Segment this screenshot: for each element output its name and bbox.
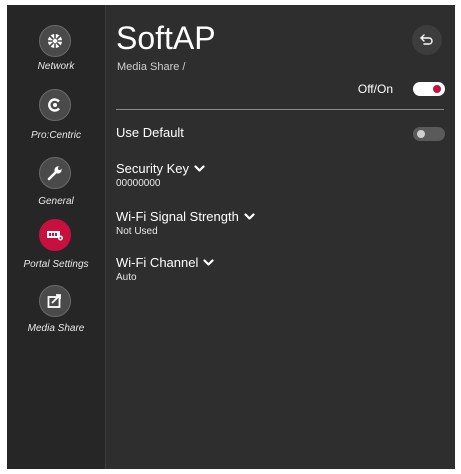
toggle-knob [433,85,441,93]
sidebar-item-procentric[interactable]: Pro:Centric [7,89,105,147]
media-share-icon [39,285,71,317]
wifi-signal-strength-setting[interactable]: Wi-Fi Signal Strength Not Used [116,209,436,245]
security-key-value: 00000000 [116,178,161,189]
power-toggle-label: Off/On [357,82,393,96]
use-default-label: Use Default [116,125,184,140]
softap-screen: Network Pro:Centric General Portal Setti… [7,5,455,469]
power-toggle-row: Off/On [106,79,455,99]
wifi-channel-value: Auto [116,272,137,283]
chevron-down-icon [244,213,255,220]
back-arrow-icon [420,34,433,45]
procentric-icon [39,89,71,121]
sidebar-item-portal-settings[interactable]: Portal Settings [7,219,105,277]
use-default-toggle[interactable] [413,127,445,141]
wifi-channel-label: Wi-Fi Channel [116,255,199,270]
sidebar-item-media-share[interactable]: Media Share [7,285,105,343]
sidebar-item-label: Media Share [27,323,85,334]
network-icon [39,25,71,57]
sidebar-item-general[interactable]: General [7,157,105,215]
wifi-signal-strength-label: Wi-Fi Signal Strength [116,209,239,224]
chevron-down-icon [194,165,205,172]
page-title: SoftAP [116,20,216,56]
portal-settings-icon [39,219,71,251]
sidebar-item-network[interactable]: Network [7,25,105,83]
sidebar: Network Pro:Centric General Portal Setti… [7,5,106,469]
wifi-channel-setting[interactable]: Wi-Fi Channel Auto [116,255,436,291]
sidebar-item-label: Network [37,61,75,72]
sidebar-item-label: Pro:Centric [30,130,81,141]
divider [116,109,444,110]
toggle-knob [417,130,425,138]
wrench-icon [39,157,71,189]
sidebar-item-label: General [38,196,74,207]
back-button[interactable] [412,25,442,55]
chevron-down-icon [203,259,214,266]
security-key-label: Security Key [116,161,189,176]
wifi-signal-strength-value: Not Used [116,226,158,237]
security-key-setting[interactable]: Security Key 00000000 [116,161,436,197]
power-toggle[interactable] [413,82,445,96]
sidebar-item-label: Portal Settings [23,259,89,270]
breadcrumb: Media Share / [117,61,186,73]
main-panel: SoftAP Media Share / Off/On Use Default … [106,5,455,469]
